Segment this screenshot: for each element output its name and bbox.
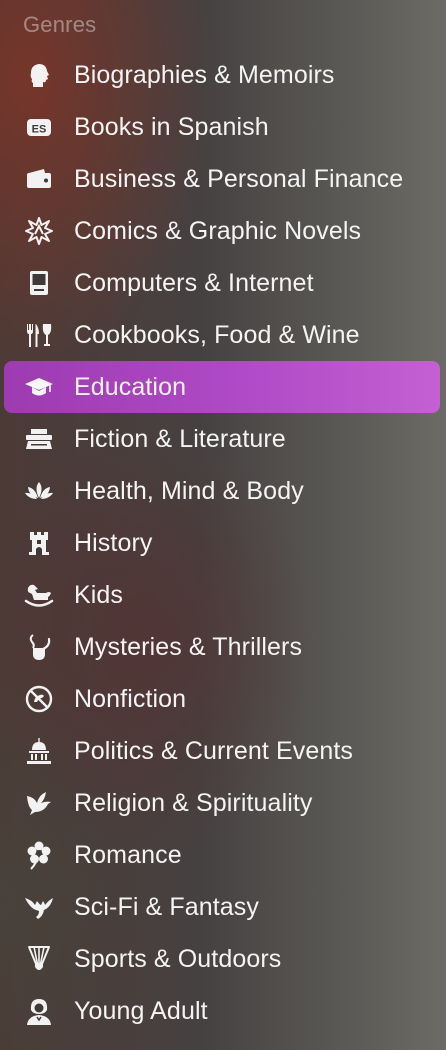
- sidebar-item-label: Education: [74, 372, 187, 401]
- sidebar-item-label: Mysteries & Thrillers: [74, 632, 303, 661]
- magnifier-pipe-icon: [24, 632, 54, 662]
- sidebar-item-label: History: [74, 528, 153, 557]
- sidebar-item-label: Kids: [74, 580, 124, 609]
- fork-knife-glass-icon: [24, 320, 54, 350]
- sidebar-item-nonfiction[interactable]: Nonfiction: [4, 673, 440, 725]
- dragon-icon: [24, 892, 54, 922]
- sidebar-item-politics-current-events[interactable]: Politics & Current Events: [4, 725, 440, 777]
- castle-tower-icon: [24, 528, 54, 558]
- sidebar-item-romance[interactable]: Romance: [4, 829, 440, 881]
- rocking-horse-icon: [24, 580, 54, 610]
- lotus-icon: [24, 476, 54, 506]
- graduation-cap-icon: [24, 372, 54, 402]
- sidebar-item-sci-fi-fantasy[interactable]: Sci-Fi & Fantasy: [4, 881, 440, 933]
- sidebar-item-sports-outdoors[interactable]: Sports & Outdoors: [4, 933, 440, 985]
- sidebar-item-kids[interactable]: Kids: [4, 569, 440, 621]
- capitol-building-icon: [24, 736, 54, 766]
- sidebar-item-label: Cookbooks, Food & Wine: [74, 320, 360, 349]
- sidebar-item-label: Fiction & Literature: [74, 424, 286, 453]
- shuttlecock-icon: [24, 944, 54, 974]
- sidebar-item-books-in-spanish[interactable]: ES Books in Spanish: [4, 101, 440, 153]
- sidebar-item-business-personal-finance[interactable]: Business & Personal Finance: [4, 153, 440, 205]
- sidebar-item-biographies-memoirs[interactable]: Biographies & Memoirs: [4, 49, 440, 101]
- comic-burst-icon: [24, 216, 54, 246]
- sidebar-item-label: Sports & Outdoors: [74, 944, 282, 973]
- sidebar-item-label: Religion & Spirituality: [74, 788, 313, 817]
- young-adult-person-icon: [24, 996, 54, 1026]
- sidebar-item-label: Business & Personal Finance: [74, 164, 404, 193]
- genres-sidebar: Genres Biographies & Memoirs ES Books in…: [0, 0, 446, 1050]
- sidebar-item-history[interactable]: History: [4, 517, 440, 569]
- flower-icon: [24, 840, 54, 870]
- dove-icon: [24, 788, 54, 818]
- sidebar-item-label: Health, Mind & Body: [74, 476, 304, 505]
- wallet-icon: [24, 164, 54, 194]
- sidebar-item-comics-graphic-novels[interactable]: Comics & Graphic Novels: [4, 205, 440, 257]
- sidebar-item-cookbooks-food-wine[interactable]: Cookbooks, Food & Wine: [4, 309, 440, 361]
- sidebar-item-label: Nonfiction: [74, 684, 187, 713]
- sidebar-item-label: Politics & Current Events: [74, 736, 353, 765]
- sidebar-item-health-mind-body[interactable]: Health, Mind & Body: [4, 465, 440, 517]
- svg-text:ES: ES: [32, 124, 47, 136]
- sidebar-item-education[interactable]: Education: [4, 361, 440, 413]
- bust-silhouette-icon: [24, 60, 54, 90]
- sidebar-item-label: Romance: [74, 840, 182, 869]
- section-header-genres: Genres: [23, 12, 97, 37]
- sidebar-item-religion-spirituality[interactable]: Religion & Spirituality: [4, 777, 440, 829]
- sidebar-item-young-adult[interactable]: Young Adult: [4, 985, 440, 1037]
- sidebar-item-mysteries-thrillers[interactable]: Mysteries & Thrillers: [4, 621, 440, 673]
- typewriter-icon: [24, 424, 54, 454]
- es-badge-icon: ES: [24, 112, 54, 142]
- sidebar-item-label: Sci-Fi & Fantasy: [74, 892, 259, 921]
- desktop-computer-icon: [24, 268, 54, 298]
- sidebar-item-label: Young Adult: [74, 996, 208, 1025]
- sidebar-item-computers-internet[interactable]: Computers & Internet: [4, 257, 440, 309]
- sidebar-item-label: Computers & Internet: [74, 268, 314, 297]
- sidebar-item-label: Comics & Graphic Novels: [74, 216, 362, 245]
- sidebar-item-label: Biographies & Memoirs: [74, 60, 335, 89]
- sidebar-item-fiction-literature[interactable]: Fiction & Literature: [4, 413, 440, 465]
- sidebar-item-label: Books in Spanish: [74, 112, 269, 141]
- no-dragon-icon: [24, 684, 54, 714]
